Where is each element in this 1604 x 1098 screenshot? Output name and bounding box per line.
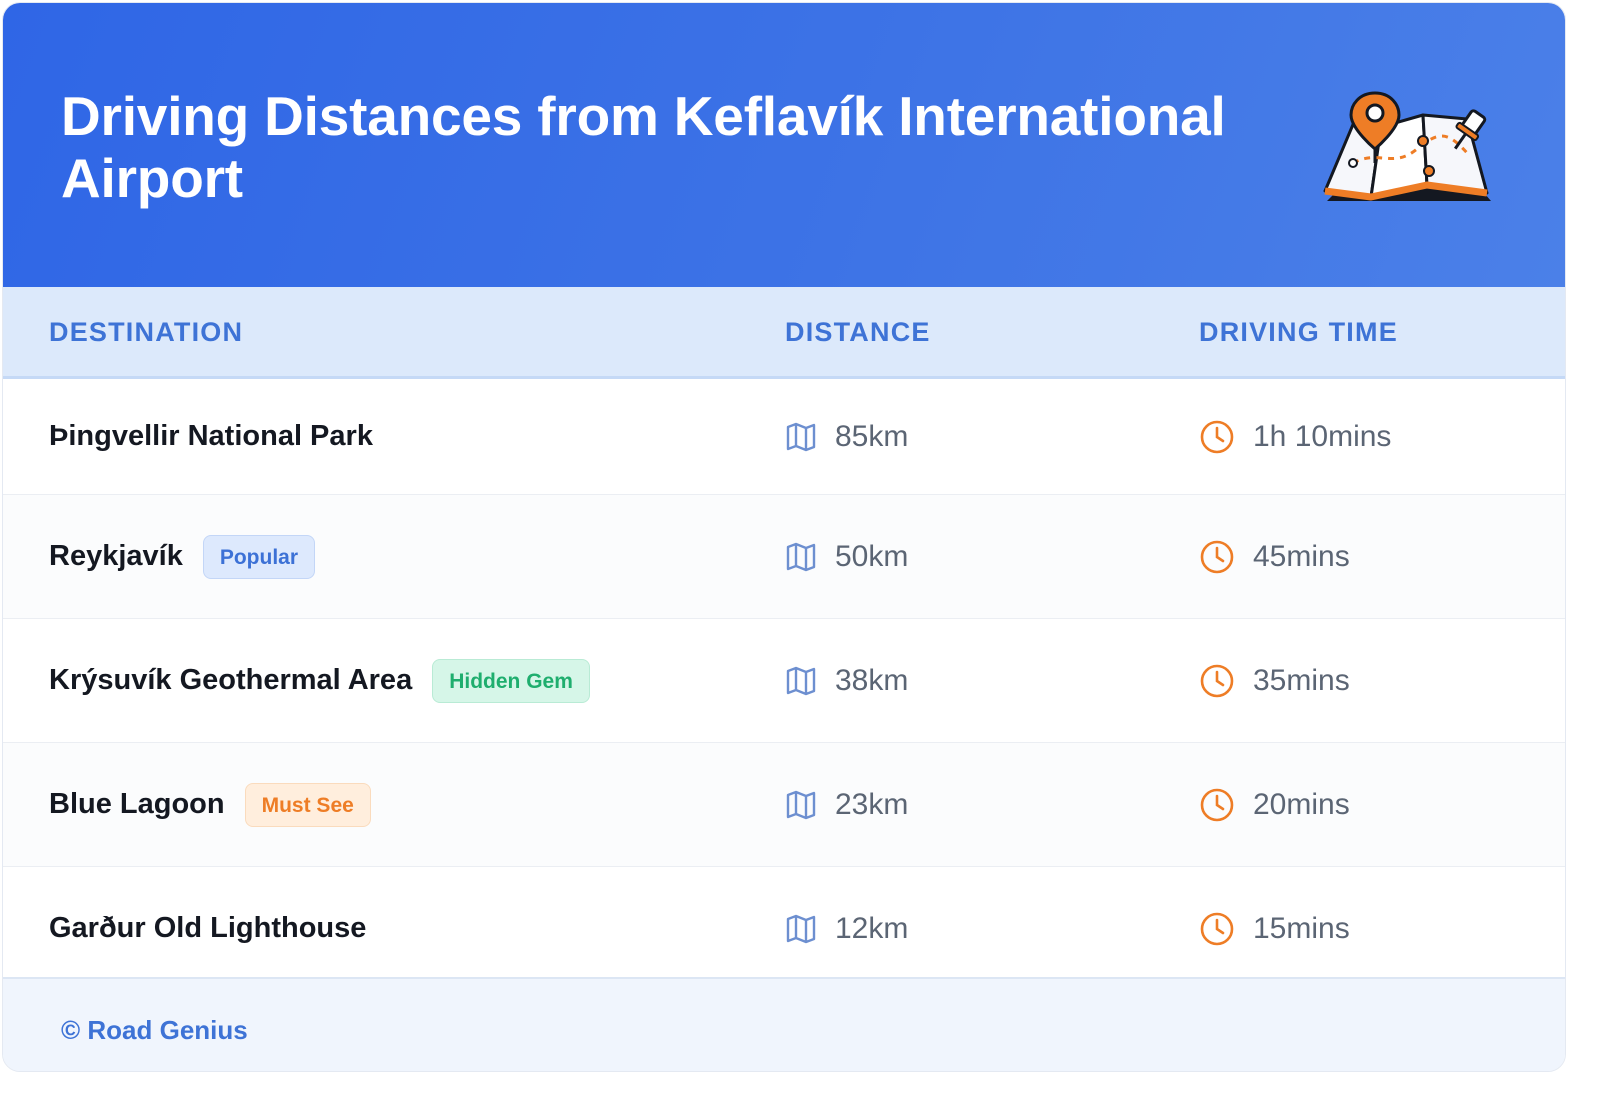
destination-name: Krýsuvík Geothermal Area	[49, 664, 413, 696]
clock-icon	[1200, 912, 1234, 945]
distance-value: 12km	[835, 911, 909, 945]
destination-name: Garður Old Lighthouse	[49, 912, 367, 944]
table-row: Reykjavík Popular 50km 45mins	[3, 495, 1565, 619]
driving-time-value: 15mins	[1253, 911, 1350, 945]
table-row: Garður Old Lighthouse 12km 15mins	[3, 867, 1565, 991]
driving-time-value: 45mins	[1253, 539, 1350, 573]
distance-value: 38km	[835, 663, 909, 697]
hidden-gem-badge: Hidden Gem	[432, 658, 590, 703]
destination-name: Blue Lagoon	[49, 788, 225, 820]
page-title: Driving Distances from Keflavík Internat…	[61, 85, 1226, 209]
table-row: Þingvellir National Park 85km 1h 10mins	[3, 379, 1565, 495]
destination-name: Reykjavík	[49, 540, 183, 572]
distance-table-card: Driving Distances from Keflavík Internat…	[2, 2, 1566, 1072]
column-header-driving-time: DRIVING TIME	[1199, 317, 1398, 347]
driving-time-value: 35mins	[1253, 663, 1350, 697]
map-icon	[786, 666, 816, 695]
destination-name: Þingvellir National Park	[49, 420, 373, 452]
clock-icon	[1200, 788, 1234, 821]
clock-icon	[1200, 540, 1234, 573]
map-with-pins-icon	[1323, 91, 1491, 201]
map-icon	[786, 542, 816, 571]
map-icon	[786, 790, 816, 819]
clock-icon	[1200, 420, 1234, 453]
distance-value: 23km	[835, 787, 909, 821]
column-header-destination: DESTINATION	[49, 317, 244, 347]
footer: © Road Genius	[3, 977, 1565, 1071]
map-icon	[786, 914, 816, 943]
distance-value: 50km	[835, 539, 909, 573]
footer-credit: © Road Genius	[61, 1015, 248, 1045]
clock-icon	[1200, 664, 1234, 697]
popular-badge: Popular	[202, 534, 316, 579]
distance-value: 85km	[835, 419, 909, 453]
table-body: Þingvellir National Park 85km 1h 10mins …	[3, 379, 1565, 991]
table-row: Krýsuvík Geothermal Area Hidden Gem 38km…	[3, 619, 1565, 743]
column-header-distance: DISTANCE	[785, 317, 931, 347]
table-header-banner: Driving Distances from Keflavík Internat…	[3, 3, 1565, 287]
table-row: Blue Lagoon Must See 23km 20mins	[3, 743, 1565, 867]
must-see-badge: Must See	[244, 782, 371, 827]
column-header-row: DESTINATION DISTANCE DRIVING TIME	[3, 287, 1565, 379]
map-icon	[786, 422, 816, 451]
driving-time-value: 20mins	[1253, 787, 1350, 821]
driving-time-value: 1h 10mins	[1253, 419, 1392, 453]
